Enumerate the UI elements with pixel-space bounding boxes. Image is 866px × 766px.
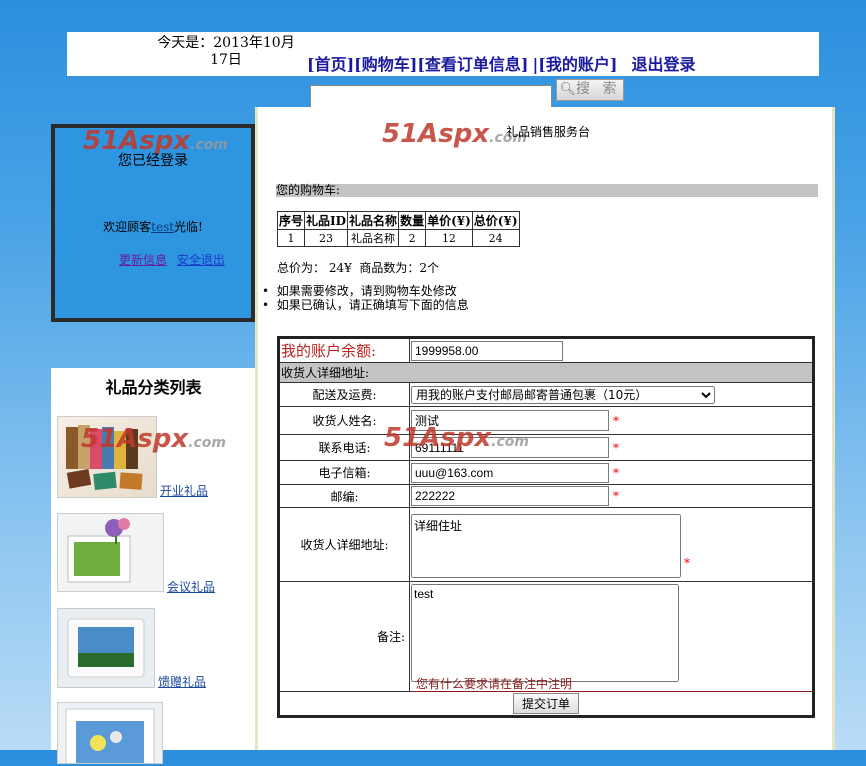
required-mark: *	[613, 465, 619, 480]
cart-notes: • 如果需要修改，请到购物车处修改 • 如果已确认，请正确填写下面的信息	[262, 284, 469, 312]
cell-index: 1	[276, 229, 306, 247]
cart-totals: 总价为： 24¥ 商品数为：2个	[277, 261, 440, 275]
required-mark: *	[613, 489, 619, 503]
order-form: 我的账户余额: 收货人详细地址: 配送及运费: 用我的账户支付邮局邮寄普通包裹（…	[277, 336, 815, 718]
nav-cart[interactable]: [购物车]	[354, 55, 417, 74]
nav-orders[interactable]: [查看订单信息]	[417, 55, 528, 74]
welcome-message: 欢迎顾客test光临!	[103, 220, 203, 234]
category-title: 礼品分类列表	[105, 378, 202, 397]
nav-logout[interactable]: 退出登录	[631, 55, 695, 74]
category-panel: 礼品分类列表 51Aspx.com 开业礼品 会议礼品 馈赠礼品	[51, 368, 256, 766]
category-thumb-4[interactable]	[57, 702, 163, 766]
login-status-box: 51Aspx.com 您已经登录 欢迎顾客test光临! 更新信息 安全退出	[51, 124, 255, 322]
category-link-opening[interactable]: 开业礼品	[160, 482, 208, 499]
submit-order-button[interactable]: 提交订单	[512, 693, 579, 714]
cell-gift-name: 礼品名称	[347, 229, 400, 247]
cell-total-price: 24	[471, 229, 520, 247]
photo-frame-flowers-icon	[65, 708, 155, 766]
col-total-price: 总价(¥)	[471, 211, 520, 230]
username: test	[151, 220, 175, 234]
required-mark: *	[613, 440, 619, 455]
remark-textarea[interactable]: test	[411, 584, 679, 682]
cell-qty: 2	[398, 229, 427, 247]
watermark-logo: 51Aspx.com	[81, 424, 226, 454]
email-label: 电子信箱:	[278, 460, 410, 485]
main-nav: [首页][购物车][查看订单信息] |[我的账户] 退出登录	[307, 51, 695, 75]
cell-unit-price: 12	[425, 229, 473, 247]
col-gift-id: 礼品ID	[304, 211, 349, 230]
nav-account[interactable]: [我的账户]	[538, 55, 617, 74]
cart-header: 您的购物车:	[276, 184, 818, 197]
cart-table: 序号 礼品ID 礼品名称 数量 单价(¥) 总价(¥) 1 23 礼品名称 2 …	[276, 211, 520, 247]
login-links: 更新信息 安全退出	[119, 251, 225, 268]
table-row: 1 23 礼品名称 2 12 24	[276, 229, 520, 247]
cart-header-row: 序号 礼品ID 礼品名称 数量 单价(¥) 总价(¥)	[276, 211, 520, 230]
total-value: 24¥	[328, 261, 352, 275]
zip-field[interactable]	[411, 486, 609, 506]
count-value: 2个	[419, 261, 440, 275]
list-item: • 如果需要修改，请到购物车处修改	[262, 284, 457, 298]
safe-logout-link[interactable]: 安全退出	[177, 253, 225, 267]
remark-hint: 您有什么要求请在备注中注明	[416, 677, 573, 691]
main-panel: 51Aspx.com 礼品销售服务台 您的购物车: 序号 礼品ID 礼品名称 数…	[255, 107, 835, 750]
category-thumb-2[interactable]	[57, 513, 164, 592]
balance-row: 我的账户余额:	[278, 337, 814, 363]
list-item: • 如果已确认，请正确填写下面的信息	[262, 298, 469, 312]
shipping-label: 配送及运费:	[278, 382, 410, 407]
col-qty: 数量	[398, 211, 427, 230]
remark-label: 备注:	[278, 581, 410, 692]
search-button[interactable]: 🔍︎搜 索	[556, 79, 624, 101]
service-title: 礼品销售服务台	[506, 125, 591, 139]
zip-label: 邮编:	[278, 484, 410, 508]
top-bar: 今天是：2013年10月17日 [首页][购物车][查看订单信息] |[我的账户]…	[67, 32, 819, 76]
cell-gift-id: 23	[304, 229, 349, 247]
search-icon: 🔍︎	[559, 82, 577, 97]
col-index: 序号	[276, 211, 306, 230]
watermark-logo: 51Aspx.com	[384, 423, 529, 453]
col-unit-price: 单价(¥)	[425, 211, 473, 230]
col-gift-name: 礼品名称	[347, 211, 400, 230]
update-info-link[interactable]: 更新信息	[119, 253, 167, 267]
date-display: 今天是：2013年10月17日	[157, 35, 295, 68]
balance-field[interactable]	[411, 340, 563, 361]
address-section-header: 收货人详细地址:	[278, 362, 814, 383]
required-mark: *	[613, 414, 619, 428]
photo-frame-white-icon	[67, 618, 145, 678]
category-link-meeting[interactable]: 会议礼品	[167, 578, 215, 595]
nav-home[interactable]: [首页]	[307, 55, 354, 74]
category-thumb-3[interactable]	[57, 608, 155, 688]
photo-frame-icon	[67, 518, 131, 583]
required-mark: *	[684, 556, 690, 570]
search-input[interactable]	[310, 85, 552, 108]
category-link-gift[interactable]: 馈赠礼品	[158, 673, 206, 690]
address-textarea[interactable]: 详细住址	[411, 514, 681, 578]
email-field[interactable]	[411, 462, 609, 483]
shipping-select[interactable]: 用我的账户支付邮局邮寄普通包裹（10元）	[411, 385, 715, 404]
login-title: 您已经登录	[118, 153, 188, 169]
address-label: 收货人详细地址:	[278, 507, 410, 582]
balance-label: 我的账户余额:	[281, 342, 377, 360]
